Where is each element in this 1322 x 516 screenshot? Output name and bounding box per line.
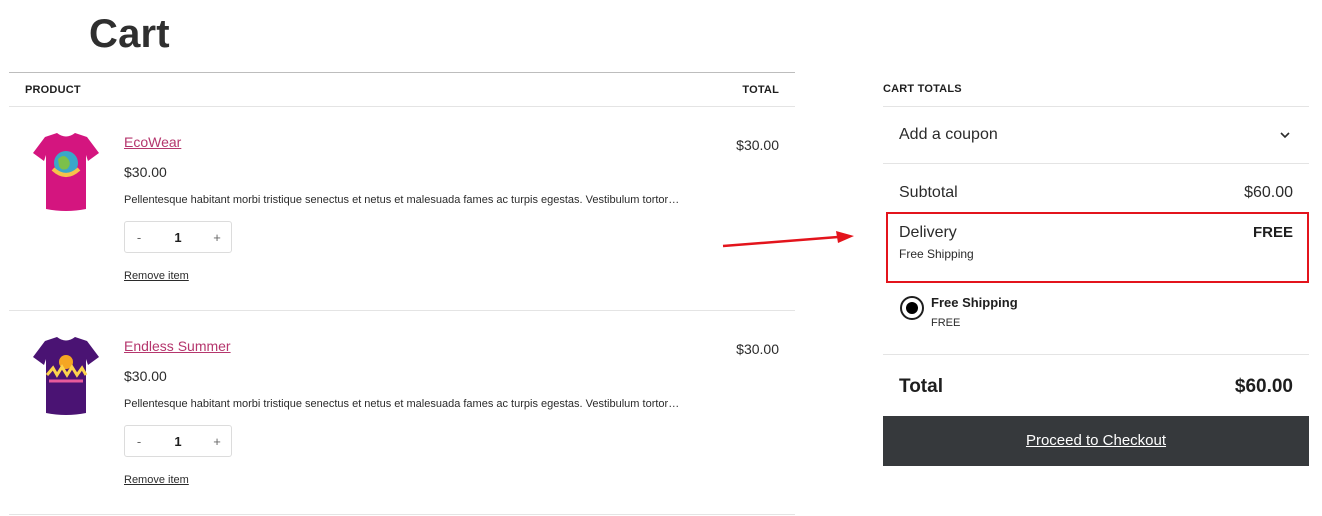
shipping-option-price: FREE [931, 317, 961, 329]
subtotal-value: $60.00 [1244, 184, 1293, 201]
cart-item-row: EcoWear $30.00 Pellentesque habitant mor… [9, 107, 795, 311]
cart-totals: CART TOTALS Add a coupon Subtotal $60.00… [883, 72, 1309, 466]
shipping-radio[interactable] [900, 296, 924, 320]
product-link[interactable]: Endless Summer [124, 338, 231, 354]
line-total: $30.00 [736, 137, 779, 153]
quantity-increase-button[interactable]: + [203, 230, 231, 245]
cart-table: PRODUCT TOTAL EcoWear $30.00 Pellentesqu… [9, 72, 795, 515]
subtotal-line: Subtotal $60.00 [883, 164, 1309, 208]
total-value: $60.00 [1234, 376, 1293, 397]
remove-item-link[interactable]: Remove item [124, 270, 189, 282]
annotation-arrow-icon [722, 231, 854, 248]
delivery-value: FREE [1252, 224, 1293, 241]
quantity-stepper: - 1 + [124, 425, 232, 457]
quantity-decrease-button[interactable]: - [125, 230, 153, 245]
cart-table-header: PRODUCT TOTAL [9, 73, 795, 107]
cart-item-row: Endless Summer $30.00 Pellentesque habit… [9, 311, 795, 515]
quantity-increase-button[interactable]: + [203, 434, 231, 449]
quantity-decrease-button[interactable]: - [125, 434, 153, 449]
delivery-method: Free Shipping [899, 247, 974, 261]
quantity-input[interactable]: 1 [153, 434, 203, 449]
product-price: $30.00 [124, 164, 167, 180]
cart-totals-heading: CART TOTALS [883, 72, 1309, 107]
product-description: Pellentesque habitant morbi tristique se… [124, 194, 680, 206]
shipping-option-free[interactable]: Free Shipping FREE [883, 282, 1309, 355]
add-coupon-toggle[interactable]: Add a coupon [883, 107, 1309, 164]
total-column-header: TOTAL [742, 84, 779, 96]
product-price: $30.00 [124, 368, 167, 384]
shipping-option-name: Free Shipping [931, 295, 1018, 310]
product-image-ecowear[interactable] [31, 131, 101, 213]
product-column-header: PRODUCT [25, 84, 81, 96]
chevron-down-icon[interactable] [1279, 129, 1291, 141]
remove-item-link[interactable]: Remove item [124, 474, 189, 486]
product-link[interactable]: EcoWear [124, 134, 181, 150]
total-line: Total $60.00 [883, 355, 1309, 417]
radio-selected-dot [906, 302, 918, 314]
product-image-endless-summer[interactable] [31, 335, 101, 417]
subtotal-label: Subtotal [899, 184, 958, 201]
total-label: Total [899, 376, 943, 397]
delivery-line: Delivery FREE Free Shipping [883, 208, 1309, 282]
quantity-stepper: - 1 + [124, 221, 232, 253]
quantity-input[interactable]: 1 [153, 230, 203, 245]
line-total: $30.00 [736, 341, 779, 357]
delivery-label: Delivery [899, 224, 957, 241]
product-description: Pellentesque habitant morbi tristique se… [124, 398, 680, 410]
proceed-to-checkout-button[interactable]: Proceed to Checkout [883, 416, 1309, 466]
coupon-label: Add a coupon [899, 126, 998, 143]
page-title: Cart [89, 12, 170, 56]
